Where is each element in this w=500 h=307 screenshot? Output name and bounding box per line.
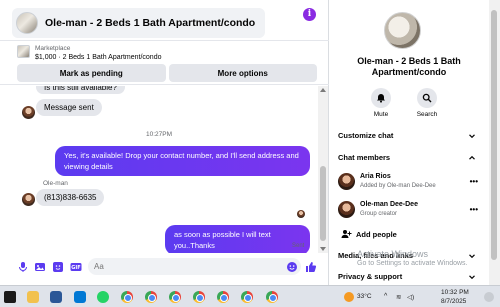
bell-icon — [371, 88, 391, 108]
message-input[interactable] — [88, 258, 301, 275]
clock-date[interactable]: 8/7/2025 — [441, 298, 466, 305]
conversation-photo — [384, 12, 421, 49]
customize-chat-label: Customize chat — [338, 131, 394, 140]
customize-chat-section[interactable]: Customize chat — [338, 131, 476, 140]
chevron-down-icon — [469, 133, 475, 138]
add-people-button[interactable]: Add people — [341, 229, 397, 239]
listing-text: Marketplace $1,000 · 2 Beds 1 Bath Apart… — [35, 45, 161, 62]
store-icon[interactable] — [74, 291, 86, 303]
watermark-subtitle: Go to Settings to activate Windows. — [357, 260, 468, 267]
incoming-message-partial: Is this still available? — [36, 86, 125, 94]
chrome-icon[interactable] — [193, 291, 205, 303]
chat-header: Ole-man - 2 Beds 1 Bath Apartment/condo — [12, 8, 322, 38]
image-icon[interactable] — [34, 261, 46, 273]
chevron-down-icon — [469, 274, 475, 279]
info-icon[interactable]: i — [303, 8, 316, 21]
member-row[interactable]: Aria Rios Added by Ole-man Dee-Dee ••• — [338, 172, 478, 194]
listing-buttons: Mark as pending More options — [17, 64, 317, 82]
folder-icon[interactable] — [27, 291, 39, 303]
privacy-support-section[interactable]: Privacy & support — [338, 272, 476, 281]
listing-summary: $1,000 · 2 Beds 1 Bath Apartment/condo — [35, 54, 162, 61]
gif-icon[interactable]: GIF — [70, 261, 82, 273]
volume-icon[interactable]: ◁) — [407, 293, 414, 301]
member-avatar — [338, 173, 355, 190]
network-icon[interactable]: ≋ — [396, 293, 401, 301]
message-timestamp: 10:27PM — [145, 131, 173, 138]
message-status: Sent — [292, 243, 305, 249]
panel-scrollbar[interactable] — [489, 0, 500, 285]
scroll-up-arrow[interactable] — [320, 88, 326, 92]
search-icon — [417, 88, 437, 108]
more-options-button[interactable]: More options — [168, 64, 317, 82]
listing-thumbnail — [16, 12, 38, 34]
message-composer: GIF — [0, 253, 329, 281]
whatsapp-icon[interactable] — [97, 291, 109, 303]
member-avatar — [338, 201, 355, 218]
mute-button[interactable]: Mute — [367, 88, 395, 118]
weather-icon[interactable] — [344, 292, 354, 302]
edge-icon[interactable] — [50, 291, 62, 303]
member-subtitle: Group creator — [360, 211, 398, 217]
tray-overflow-icon[interactable]: ^ — [384, 293, 387, 300]
chevron-up-icon — [469, 155, 475, 160]
scroll-down-arrow[interactable] — [320, 247, 326, 251]
activate-windows-watermark: Activate Windows Go to Settings to activ… — [357, 249, 468, 269]
microphone-icon[interactable] — [17, 261, 29, 273]
messenger-page: Ole-man - 2 Beds 1 Bath Apartment/condo … — [0, 0, 500, 307]
notification-icon[interactable] — [484, 292, 494, 302]
chrome-icon[interactable] — [145, 291, 157, 303]
windows-taskbar: 33°C ^ ≋ ◁) 10:32 PM 8/7/2025 — [0, 285, 500, 307]
message-list: Is this still available? Message sent 10… — [0, 86, 318, 253]
listing-row[interactable]: Marketplace $1,000 · 2 Beds 1 Bath Apart… — [17, 45, 161, 62]
chrome-icon[interactable] — [169, 291, 181, 303]
chat-scrollbar[interactable] — [318, 86, 328, 253]
listing-category: Marketplace — [35, 45, 71, 52]
emoji-icon[interactable] — [286, 261, 298, 273]
chat-members-section[interactable]: Chat members — [338, 153, 476, 162]
more-options-icon[interactable]: ••• — [470, 205, 478, 214]
listing-small-thumbnail — [17, 45, 30, 58]
incoming-message-sent: Message sent — [36, 99, 102, 116]
chat-column: Ole-man - 2 Beds 1 Bath Apartment/condo … — [0, 0, 329, 285]
chrome-icon[interactable] — [121, 291, 133, 303]
scroll-thumb[interactable] — [320, 166, 326, 241]
chat-title-pill[interactable]: Ole-man - 2 Beds 1 Bath Apartment/condo — [12, 8, 266, 38]
add-people-label: Add people — [356, 229, 397, 239]
svg-text:GIF: GIF — [71, 265, 80, 271]
conversation-title: Ole-man - 2 Beds 1 Bath Apartment/condo — [357, 56, 461, 77]
chat-title: Ole-man - 2 Beds 1 Bath Apartment/condo — [45, 17, 256, 29]
mute-label: Mute — [373, 111, 389, 118]
mark-as-pending-button[interactable]: Mark as pending — [17, 64, 166, 82]
incoming-phone-message: (813)838-6635 — [36, 189, 105, 206]
chevron-down-icon — [469, 253, 475, 258]
member-row[interactable]: Ole-man Dee-Dee Group creator ••• — [338, 200, 478, 222]
outgoing-message: Yes, it's available! Drop your contact n… — [55, 146, 310, 176]
chrome-icon[interactable] — [217, 291, 229, 303]
sender-avatar — [22, 106, 35, 119]
chrome-icon[interactable] — [241, 291, 253, 303]
sender-avatar — [22, 193, 35, 206]
sticker-icon[interactable] — [52, 261, 64, 273]
watermark-title: Activate Windows — [357, 249, 429, 259]
read-receipt-avatar — [297, 210, 305, 218]
member-name: Aria Rios — [360, 173, 391, 180]
search-button[interactable]: Search — [413, 88, 441, 118]
chrome-icon[interactable] — [266, 291, 278, 303]
panel-scroll-thumb[interactable] — [491, 10, 497, 260]
weather-temperature[interactable]: 33°C — [357, 293, 372, 300]
add-person-icon — [341, 230, 352, 238]
outgoing-message: as soon as possible I will text you..Tha… — [165, 225, 310, 253]
thumbs-up-icon[interactable] — [305, 261, 317, 273]
privacy-support-label: Privacy & support — [338, 272, 403, 281]
member-name: Ole-man Dee-Dee — [360, 201, 418, 208]
more-options-icon[interactable]: ••• — [470, 177, 478, 186]
conversation-actions: Mute Search — [367, 88, 441, 118]
sender-name: Ole-man — [43, 180, 68, 187]
start-icon[interactable] — [4, 291, 16, 303]
clock-time[interactable]: 10:32 PM — [441, 289, 469, 296]
chat-members-label: Chat members — [338, 153, 391, 162]
conversation-details-panel: Ole-man - 2 Beds 1 Bath Apartment/condo … — [329, 0, 489, 285]
member-subtitle: Added by Ole-man Dee-Dee — [360, 183, 436, 189]
search-label: Search — [416, 111, 438, 118]
